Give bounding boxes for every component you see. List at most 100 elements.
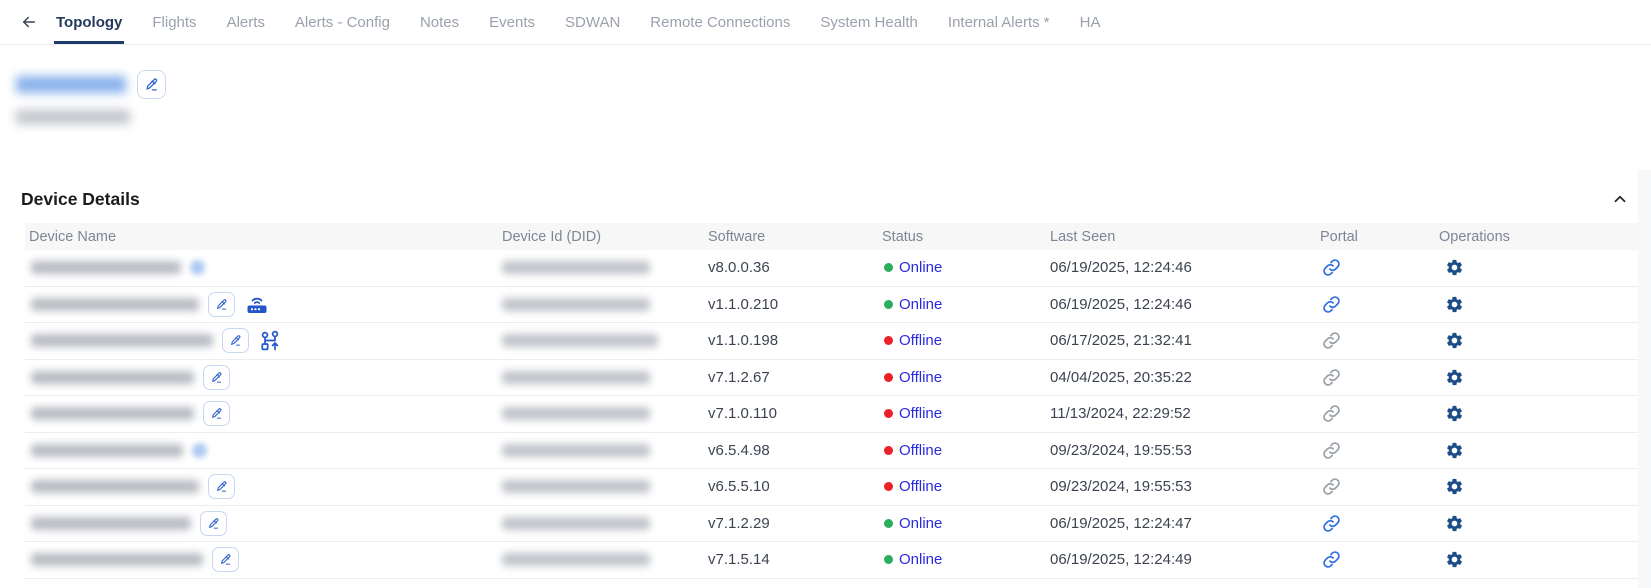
table-row: v1.1.0.210 Online 06/19/2025, 12:24:46 <box>25 287 1638 324</box>
gear-icon[interactable] <box>1445 514 1464 533</box>
gear-icon[interactable] <box>1445 258 1464 277</box>
portal-link-icon[interactable] <box>1322 477 1341 496</box>
edit-device-name-button[interactable] <box>208 292 235 317</box>
col-header-status: Status <box>882 223 923 250</box>
edit-device-name-button[interactable] <box>200 511 227 536</box>
edit-site-name-button[interactable] <box>137 70 166 99</box>
gear-icon[interactable] <box>1445 368 1464 387</box>
portal-link-icon[interactable] <box>1322 404 1341 423</box>
edit-device-name-button[interactable] <box>222 328 249 353</box>
last-seen-timestamp: 04/04/2025, 20:35:22 <box>1050 360 1192 396</box>
col-header-software: Software <box>708 223 765 250</box>
tab-alerts-config[interactable]: Alerts - Config <box>295 0 390 44</box>
redacted-device-id <box>502 371 650 384</box>
software-version: v6.5.4.98 <box>708 433 770 469</box>
tab-sdwan[interactable]: SDWAN <box>565 0 620 44</box>
software-version: v7.1.0.110 <box>708 396 777 432</box>
redacted-info-icon <box>190 260 205 275</box>
last-seen-timestamp: 09/23/2024, 19:55:53 <box>1050 469 1192 505</box>
status-link[interactable]: Offline <box>899 369 942 386</box>
portal-link-icon[interactable] <box>1322 368 1341 387</box>
col-header-operations: Operations <box>1439 223 1510 250</box>
redacted-device-name <box>31 298 199 311</box>
portal-link-icon[interactable] <box>1322 550 1341 569</box>
redacted-device-id <box>502 553 650 566</box>
status-link[interactable]: Online <box>899 296 942 313</box>
edit-device-name-button[interactable] <box>203 401 230 426</box>
gear-icon[interactable] <box>1445 295 1464 314</box>
redacted-device-name <box>31 553 203 566</box>
software-version: v6.5.5.10 <box>708 469 770 505</box>
gear-icon[interactable] <box>1445 331 1464 350</box>
edit-device-name-button[interactable] <box>208 474 235 499</box>
status-link[interactable]: Online <box>899 259 942 276</box>
table-row: v7.1.5.14 Online 06/19/2025, 12:24:49 <box>25 542 1638 579</box>
pencil-icon <box>144 77 159 92</box>
scrollbar-track[interactable] <box>1638 170 1651 588</box>
col-header-device-id: Device Id (DID) <box>502 223 601 250</box>
redacted-device-name <box>31 261 181 274</box>
redacted-device-id <box>502 261 650 274</box>
status-link[interactable]: Offline <box>899 442 942 459</box>
back-arrow-icon[interactable] <box>14 0 44 44</box>
gear-icon[interactable] <box>1445 404 1464 423</box>
tab-alerts[interactable]: Alerts <box>227 0 265 44</box>
redacted-device-name <box>31 407 194 420</box>
tab-topology[interactable]: Topology <box>56 0 122 44</box>
redacted-device-name <box>31 444 183 457</box>
table-row: v7.1.2.29 Online 06/19/2025, 12:24:47 <box>25 506 1638 543</box>
device-details-header: Device Details <box>21 186 1632 212</box>
software-version: v7.1.5.14 <box>708 542 770 578</box>
tab-events[interactable]: Events <box>489 0 535 44</box>
portal-link-icon[interactable] <box>1322 514 1341 533</box>
edit-device-name-button[interactable] <box>212 547 239 572</box>
status-dot-offline <box>884 446 893 455</box>
redacted-device-name <box>31 480 199 493</box>
software-version: v7.1.2.29 <box>708 506 770 542</box>
tab-system-health[interactable]: System Health <box>820 0 918 44</box>
router-wifi-icon[interactable] <box>244 293 270 315</box>
gear-icon[interactable] <box>1445 550 1464 569</box>
redacted-site-subtitle <box>16 110 130 124</box>
col-header-last-seen: Last Seen <box>1050 223 1115 250</box>
tab-internal-alerts[interactable]: Internal Alerts * <box>948 0 1050 44</box>
table-row: v7.1.0.110 Offline 11/13/2024, 22:29:52 <box>25 396 1638 433</box>
tab-remote-connections[interactable]: Remote Connections <box>650 0 790 44</box>
tab-flights[interactable]: Flights <box>152 0 196 44</box>
chevron-up-icon[interactable] <box>1608 187 1632 211</box>
status-link[interactable]: Offline <box>899 405 942 422</box>
status-link[interactable]: Online <box>899 551 942 568</box>
last-seen-timestamp: 06/19/2025, 12:24:49 <box>1050 542 1192 578</box>
table-row: v8.0.0.36 Online 06/19/2025, 12:24:46 <box>25 250 1638 287</box>
tab-ha[interactable]: HA <box>1080 0 1101 44</box>
portal-link-icon[interactable] <box>1322 331 1341 350</box>
edit-device-name-button[interactable] <box>203 365 230 390</box>
status-link[interactable]: Online <box>899 515 942 532</box>
last-seen-timestamp: 06/17/2025, 21:32:41 <box>1050 323 1192 359</box>
status-dot-offline <box>884 336 893 345</box>
redacted-device-name <box>31 517 191 530</box>
status-dot-offline <box>884 482 893 491</box>
status-dot-online <box>884 555 893 564</box>
portal-link-icon[interactable] <box>1322 258 1341 277</box>
device-details-table: Device Name Device Id (DID) Software Sta… <box>25 223 1638 579</box>
gear-icon[interactable] <box>1445 477 1464 496</box>
top-nav: Topology Flights Alerts Alerts - Config … <box>0 0 1651 45</box>
last-seen-timestamp: 09/23/2024, 19:55:53 <box>1050 433 1192 469</box>
portal-link-icon[interactable] <box>1322 441 1341 460</box>
status-dot-online <box>884 519 893 528</box>
software-version: v7.1.2.67 <box>708 360 770 396</box>
table-header-row: Device Name Device Id (DID) Software Sta… <box>25 223 1638 250</box>
status-dot-online <box>884 263 893 272</box>
status-link[interactable]: Offline <box>899 478 942 495</box>
last-seen-timestamp: 06/19/2025, 12:24:46 <box>1050 287 1192 323</box>
portal-link-icon[interactable] <box>1322 295 1341 314</box>
table-row: v6.5.4.98 Offline 09/23/2024, 19:55:53 <box>25 433 1638 470</box>
device-hierarchy-icon[interactable] <box>258 330 282 352</box>
tab-notes[interactable]: Notes <box>420 0 459 44</box>
section-title: Device Details <box>21 189 140 210</box>
redacted-device-id <box>502 298 650 311</box>
gear-icon[interactable] <box>1445 441 1464 460</box>
status-link[interactable]: Offline <box>899 332 942 349</box>
status-dot-offline <box>884 409 893 418</box>
